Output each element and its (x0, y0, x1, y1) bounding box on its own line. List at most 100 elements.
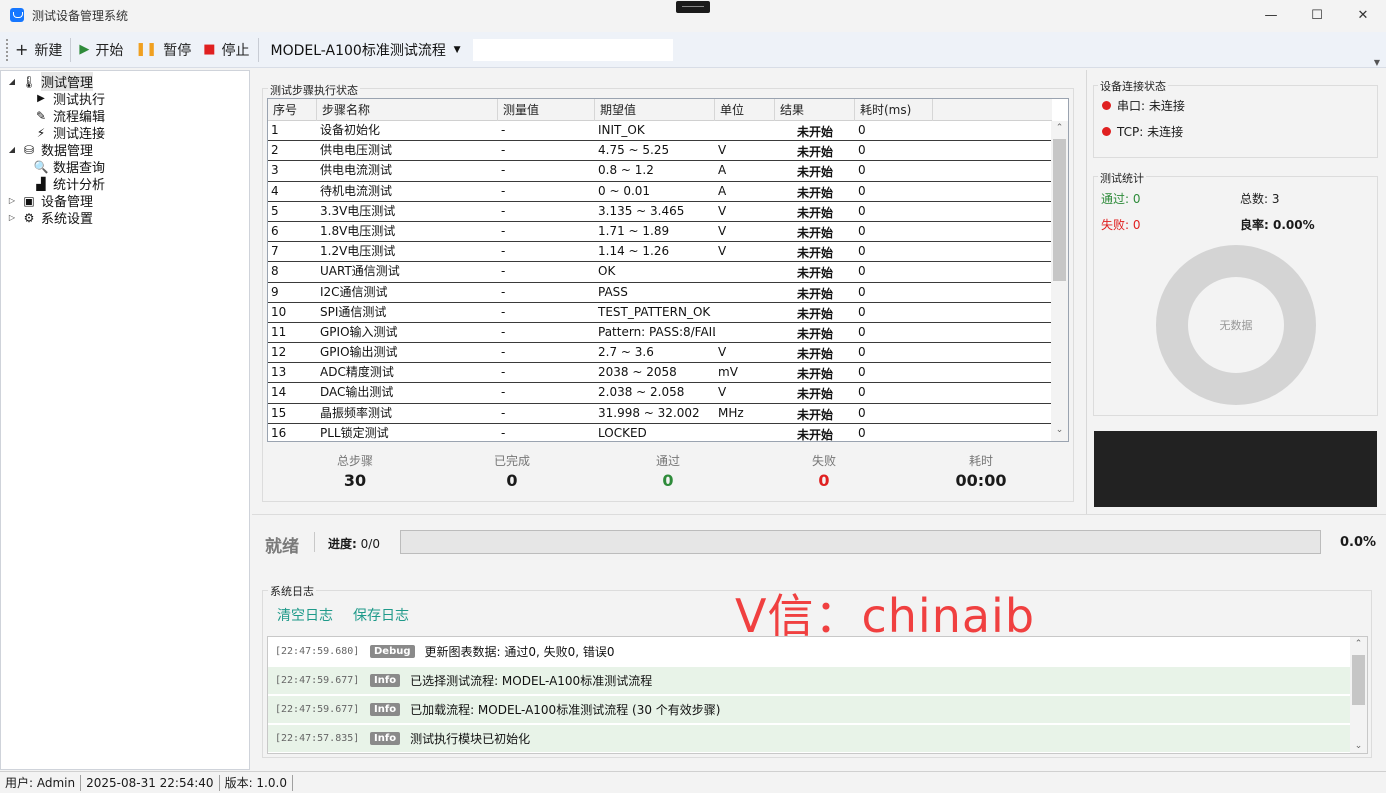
table-row[interactable]: 16 PLL锁定测试 - LOCKED 未开始 0 (268, 424, 1052, 441)
table-cell: 未开始 (796, 326, 833, 341)
table-row[interactable]: 15 晶振频率测试 - 31.998 ~ 32.002 MHz 未开始 0 (268, 404, 1052, 424)
collapse-icon[interactable]: ▷ (7, 196, 17, 205)
new-button[interactable]: + 新建 (9, 36, 68, 64)
table-row[interactable]: 9 I2C通信测试 - PASS 未开始 0 (268, 283, 1052, 303)
column-header[interactable]: 耗时(ms) (855, 99, 933, 121)
grid-scrollbar[interactable]: ⌃ ⌄ (1051, 121, 1068, 441)
table-cell: 待机电流测试 (320, 183, 393, 198)
table-row[interactable]: 2 供电电压测试 - 4.75 ~ 5.25 V 未开始 0 (268, 141, 1052, 162)
table-row[interactable]: 4 待机电流测试 - 0 ~ 0.01 A 未开始 0 (268, 182, 1052, 202)
table-cell: 0 (858, 304, 866, 319)
table-cell: 2.7 ~ 3.6 (598, 345, 654, 360)
tree-item-statistics[interactable]: ▟ 统计分析 (29, 175, 105, 194)
table-cell: 2 (271, 143, 279, 158)
tree-item-data-management[interactable]: ◢ ⛁ 数据管理 (7, 141, 93, 160)
toolbar: + 新建 ▶ 开始 ❚❚ 暂停 ■ 停止 MODEL-A100标准测试流程 ▼ … (0, 32, 1386, 68)
tree-item-device-management[interactable]: ▷ ▣ 设备管理 (7, 192, 93, 211)
close-button[interactable]: ✕ (1340, 0, 1386, 30)
ready-status: 就绪 (265, 537, 299, 557)
start-button[interactable]: ▶ 开始 (73, 36, 129, 64)
table-cell: 0 (858, 345, 866, 360)
column-header[interactable]: 结果 (775, 99, 855, 121)
steps-group-title: 测试步骤执行状态 (268, 82, 360, 98)
table-cell: 晶振频率测试 (320, 405, 393, 420)
stats-fail: 失败: 0 (1101, 218, 1141, 232)
table-cell: 0 (858, 143, 866, 158)
toolbar-separator (257, 37, 259, 62)
stop-button[interactable]: ■ 停止 (197, 36, 255, 64)
flow-select[interactable]: MODEL-A100标准测试流程 ▼ (265, 38, 467, 62)
table-row[interactable]: 6 1.8V电压测试 - 1.71 ~ 1.89 V 未开始 0 (268, 222, 1052, 243)
tree-item-flow-edit[interactable]: ✎ 流程编辑 (29, 107, 105, 126)
expand-icon[interactable]: ◢ (7, 145, 17, 154)
scroll-up-icon[interactable]: ⌃ (1350, 639, 1367, 649)
table-cell: 0 (858, 163, 866, 178)
table-cell: 未开始 (796, 367, 833, 382)
tree-item-data-query[interactable]: 🔍 数据查询 (29, 158, 106, 177)
table-cell: A (718, 163, 727, 178)
minimize-button[interactable]: — (1248, 0, 1294, 30)
table-cell: 1.71 ~ 1.89 (598, 223, 670, 238)
table-row[interactable]: 8 UART通信测试 - OK 未开始 0 (268, 262, 1052, 283)
table-row[interactable]: 11 GPIO输入测试 - Pattern: PASS:8/FAIL 未开始 0 (268, 323, 1052, 344)
table-cell: 11 (271, 324, 287, 339)
table-cell: 未开始 (796, 407, 833, 422)
scroll-down-icon[interactable]: ⌄ (1051, 425, 1068, 439)
stat-failed: 失败 0 (811, 454, 836, 490)
log-scrollbar[interactable]: ⌃ ⌄ (1350, 637, 1367, 753)
table-cell: PASS (598, 284, 628, 299)
pause-icon: ❚❚ (135, 42, 158, 57)
status-dot-icon (1102, 101, 1111, 110)
table-row[interactable]: 13 ADC精度测试 - 2038 ~ 2058 mV 未开始 0 (268, 363, 1052, 384)
tree-item-test-execution[interactable]: ▶ 测试执行 (29, 90, 105, 108)
table-cell: UART通信测试 (320, 264, 400, 279)
table-row[interactable]: 12 GPIO输出测试 - 2.7 ~ 3.6 V 未开始 0 (268, 343, 1052, 364)
table-cell: OK (598, 264, 616, 279)
table-cell: V (718, 203, 727, 218)
log-entry[interactable]: [22:47:59.680] Debug 更新图表数据: 通过0, 失败0, 错… (268, 638, 1351, 665)
collapse-icon[interactable]: ▷ (7, 213, 17, 222)
scroll-up-icon[interactable]: ⌃ (1051, 123, 1068, 137)
table-cell: A (718, 183, 727, 198)
clear-log-button[interactable]: 清空日志 (277, 605, 333, 625)
scroll-down-icon[interactable]: ⌄ (1350, 741, 1367, 751)
column-header[interactable]: 步骤名称 (317, 99, 498, 121)
log-level-badge: Info (370, 674, 401, 687)
table-cell: LOCKED (598, 425, 647, 440)
table-cell: - (501, 123, 506, 137)
table-cell: 0 (858, 183, 866, 198)
scrollbar-thumb[interactable] (1352, 655, 1365, 705)
stat-completed: 已完成 0 (493, 454, 530, 490)
table-cell: 0 ~ 0.01 (598, 183, 651, 198)
app-icon (10, 8, 24, 22)
expand-icon[interactable]: ◢ (7, 77, 17, 86)
scrollbar-thumb[interactable] (1053, 139, 1066, 281)
save-log-button[interactable]: 保存日志 (353, 605, 409, 625)
toolbar-overflow-icon[interactable]: ▼ (1374, 58, 1380, 67)
drag-handle[interactable] (676, 1, 710, 13)
toolbar-input[interactable] (472, 38, 673, 61)
column-header[interactable]: 测量值 (498, 99, 595, 121)
table-row[interactable]: 10 SPI通信测试 - TEST_PATTERN_OK 未开始 0 (268, 303, 1052, 323)
table-cell: 未开始 (796, 306, 833, 321)
donut-empty-label: 无数据 (1219, 319, 1253, 332)
log-entry[interactable]: [22:47:57.835] Info 测试执行模块已初始化 (268, 725, 1351, 752)
table-row[interactable]: 14 DAC输出测试 - 2.038 ~ 2.058 V 未开始 0 (268, 383, 1052, 404)
table-row[interactable]: 1 设备初始化 - INIT_OK 未开始 0 (268, 121, 1052, 142)
tree-item-test-management[interactable]: ◢ 🌡 测试管理 (7, 72, 94, 91)
column-header[interactable]: 单位 (715, 99, 775, 121)
table-cell: 7 (271, 244, 279, 259)
tree-item-system-settings[interactable]: ▷ ⚙ 系统设置 (7, 209, 93, 228)
log-entry[interactable]: [22:47:59.677] Info 已选择测试流程: MODEL-A100标… (268, 667, 1351, 694)
log-entry[interactable]: [22:47:59.677] Info 已加载流程: MODEL-A100标准测… (268, 696, 1351, 723)
column-header[interactable]: 期望值 (595, 99, 715, 121)
table-row[interactable]: 3 供电电流测试 - 0.8 ~ 1.2 A 未开始 0 (268, 161, 1052, 182)
tree-item-test-connection[interactable]: ⚡ 测试连接 (29, 124, 105, 143)
table-row[interactable]: 7 1.2V电压测试 - 1.14 ~ 1.26 V 未开始 0 (268, 242, 1052, 263)
log-group-title: 系统日志 (268, 583, 316, 599)
pause-button[interactable]: ❚❚ 暂停 (129, 36, 197, 64)
table-cell: mV (718, 365, 738, 380)
column-header[interactable]: 序号 (268, 99, 317, 121)
table-row[interactable]: 5 3.3V电压测试 - 3.135 ~ 3.465 V 未开始 0 (268, 202, 1052, 222)
maximize-button[interactable]: ☐ (1294, 0, 1340, 30)
